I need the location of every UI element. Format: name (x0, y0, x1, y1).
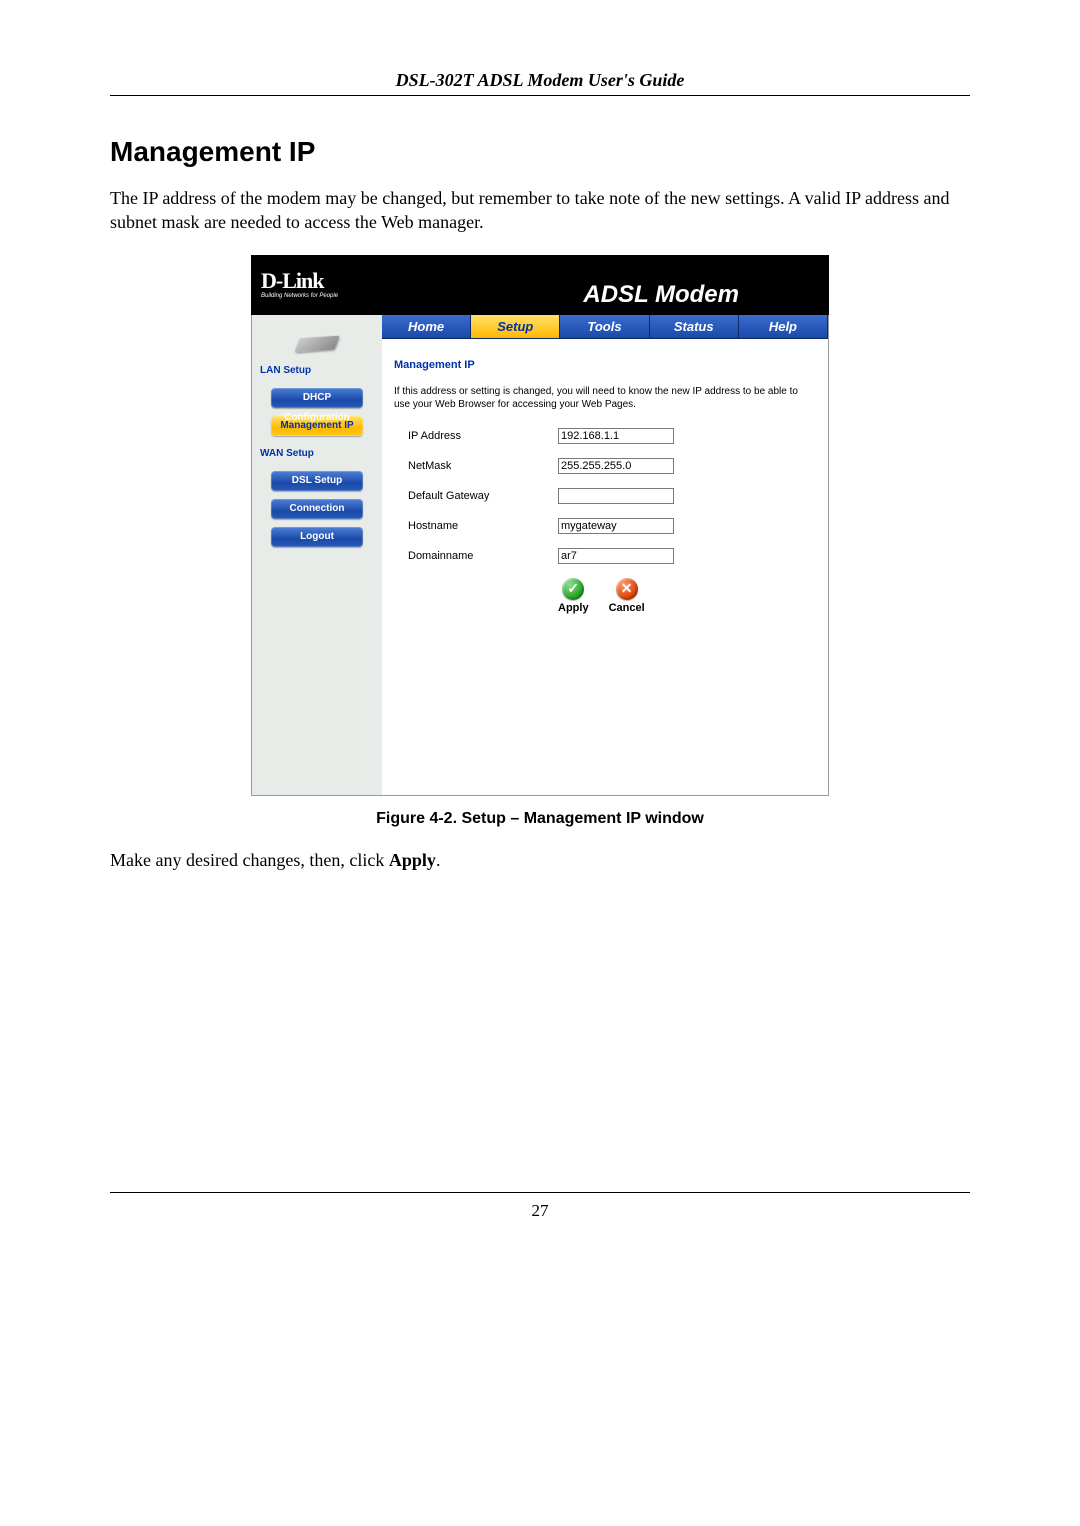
label-hostname: Hostname (394, 520, 558, 532)
tab-bar: Home Setup Tools Status Help (382, 315, 828, 339)
sidebar-btn-logout[interactable]: Logout (271, 527, 363, 547)
input-domain[interactable] (558, 548, 674, 564)
outro-text: Make any desired changes, then, click Ap… (110, 848, 970, 872)
check-icon: ✓ (562, 578, 584, 600)
apply-label: Apply (558, 602, 589, 614)
brand-tagline: Building Networks for People (261, 293, 338, 299)
figure-caption: Figure 4-2. Setup – Management IP window (110, 810, 970, 828)
sidebar-btn-dsl-setup[interactable]: DSL Setup (271, 471, 363, 491)
modem-screenshot: D-Link Building Networks for People ADSL… (251, 255, 829, 796)
label-domain: Domainname (394, 550, 558, 562)
cancel-label: Cancel (609, 602, 645, 614)
input-ip[interactable] (558, 428, 674, 444)
dlink-logo: D-Link Building Networks for People (261, 270, 338, 299)
panel-desc: If this address or setting is changed, y… (394, 385, 816, 412)
close-icon: ✕ (616, 578, 638, 600)
page-number: 27 (532, 1201, 549, 1220)
tab-status[interactable]: Status (650, 315, 739, 339)
page-footer: 27 (110, 1192, 970, 1221)
row-netmask: NetMask (394, 458, 816, 474)
actions: ✓ Apply ✕ Cancel (394, 578, 816, 614)
tab-home[interactable]: Home (382, 315, 471, 339)
panel-title: Management IP (394, 359, 816, 371)
sidebar-section-lan: LAN Setup (252, 361, 382, 380)
outro-prefix: Make any desired changes, then, click (110, 850, 389, 870)
outro-suffix: . (436, 850, 441, 870)
panel: Management IP If this address or setting… (382, 339, 828, 626)
label-ip: IP Address (394, 430, 558, 442)
sidebar-btn-management-ip[interactable]: Management IP (271, 416, 363, 436)
row-domain: Domainname (394, 548, 816, 564)
modem-banner: D-Link Building Networks for People ADSL… (251, 255, 829, 315)
tab-setup[interactable]: Setup (471, 315, 560, 339)
apply-button[interactable]: ✓ Apply (558, 578, 589, 614)
label-netmask: NetMask (394, 460, 558, 472)
sidebar: LAN Setup DHCP Configuration Management … (252, 315, 382, 795)
content-area: Home Setup Tools Status Help Management … (382, 315, 828, 795)
input-hostname[interactable] (558, 518, 674, 534)
tab-help[interactable]: Help (739, 315, 828, 339)
sidebar-btn-dhcp[interactable]: DHCP Configuration (271, 388, 363, 408)
doc-header: DSL-302T ADSL Modem User's Guide (110, 70, 970, 96)
row-gateway: Default Gateway (394, 488, 816, 504)
banner-title: ADSL Modem (583, 281, 739, 309)
input-netmask[interactable] (558, 458, 674, 474)
row-hostname: Hostname (394, 518, 816, 534)
row-ip: IP Address (394, 428, 816, 444)
cancel-button[interactable]: ✕ Cancel (609, 578, 645, 614)
brand-text: D-Link (261, 268, 323, 293)
outro-bold: Apply (389, 850, 436, 870)
label-gateway: Default Gateway (394, 490, 558, 502)
section-title: Management IP (110, 136, 970, 168)
router-icon (287, 327, 347, 355)
intro-text: The IP address of the modem may be chang… (110, 186, 970, 235)
sidebar-btn-connection[interactable]: Connection (271, 499, 363, 519)
sidebar-section-wan: WAN Setup (252, 444, 382, 463)
tab-tools[interactable]: Tools (560, 315, 649, 339)
input-gateway[interactable] (558, 488, 674, 504)
